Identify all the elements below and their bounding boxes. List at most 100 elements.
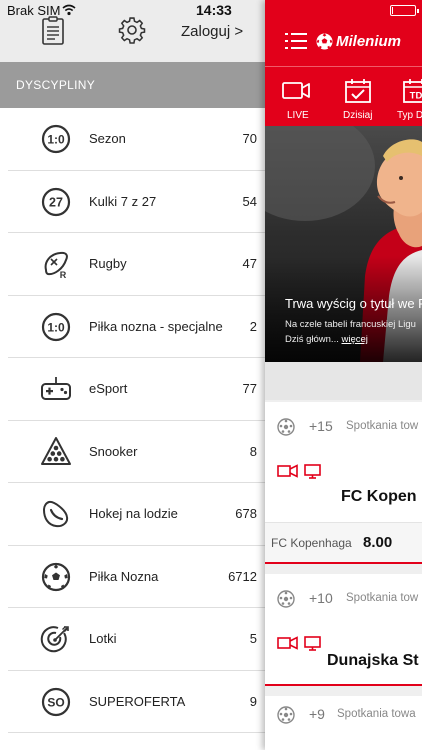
sport-count: 5: [249, 631, 257, 646]
soccer-ball-icon: [41, 562, 71, 591]
app-header: Milenium: [265, 0, 422, 66]
gear-icon[interactable]: [118, 16, 146, 44]
live-camera-icon: [277, 636, 298, 650]
battery-icon: [390, 5, 419, 16]
match-title: Dunajska St: [327, 652, 419, 669]
section-separator: [265, 362, 422, 400]
sport-count: 54: [242, 193, 257, 209]
sport-item-hokej[interactable]: Hokej na lodzie 678: [0, 483, 265, 546]
sport-item-kulki[interactable]: 27 Kulki 7 z 27 54: [0, 171, 265, 234]
svg-text:SO: SO: [47, 695, 64, 709]
calendar-check-icon: [345, 79, 371, 103]
soccer-ball-icon: [277, 590, 295, 608]
odds-row[interactable]: FC Kopenhaga 8.00: [265, 522, 422, 562]
sport-name: Snooker: [89, 443, 138, 459]
card-divider: [265, 562, 422, 564]
more-events-count: +10: [309, 590, 333, 606]
tv-icon: [304, 464, 321, 479]
brand-logo-icon: [316, 33, 333, 50]
sport-item-esport[interactable]: eSport 77: [0, 358, 265, 421]
sport-item-sezon[interactable]: 1:0 Sezon 70: [0, 108, 265, 171]
sport-count: 2: [249, 318, 257, 334]
news-desc-text: Dziś główn...: [285, 334, 339, 345]
news-title: Trwa wyścig o tytuł we Fr: [285, 296, 422, 311]
login-button[interactable]: Zaloguj >: [181, 23, 243, 40]
event-category: Spotkania tow: [346, 592, 419, 604]
snooker-balls-icon: [41, 436, 71, 465]
svg-text:1:0: 1:0: [47, 133, 65, 147]
svg-text:27: 27: [49, 195, 63, 209]
sport-name: eSport: [89, 381, 128, 396]
sports-list: 1:0 Sezon 70 27 Kulki 7 z 27 54 R Rugby …: [0, 108, 265, 733]
score-1-0-icon: 1:0: [41, 312, 71, 341]
card-divider: [265, 684, 422, 686]
document-icon[interactable]: [40, 16, 66, 46]
sport-name: SUPEROFERTA: [89, 693, 186, 709]
tab-dzisiaj-label: Dzisiaj: [343, 110, 373, 121]
section-title: DYSCYPLINY: [16, 78, 96, 92]
so-badge-icon: SO: [41, 687, 71, 716]
soccer-ball-icon: [277, 706, 295, 724]
event-card[interactable]: +9 Spotkania towa: [265, 696, 422, 750]
rugby-ball-icon: R: [44, 251, 68, 280]
soccer-ball-icon: [277, 418, 295, 436]
more-events-count: +15: [309, 418, 333, 434]
event-category: Spotkania towa: [337, 708, 416, 720]
match-title: FC Kopen: [341, 488, 417, 505]
disciplines-header: DYSCYPLINY: [0, 62, 265, 108]
sport-name: Sezon: [89, 131, 126, 146]
news-desc-line1: Na czele tabeli francuskiej Ligu: [285, 319, 416, 330]
sport-item-pilka-specjalne[interactable]: 1:0 Piłka nozna - specjalne 2: [0, 296, 265, 359]
number-27-icon: 27: [41, 187, 71, 216]
drawer-header: Brak SIM 14:33 Zaloguj >: [0, 0, 265, 62]
news-desc-line2: Dziś główn... więcej: [285, 334, 368, 345]
event-card[interactable]: +10 Spotkania tow Dunajska St: [265, 574, 422, 686]
event-card[interactable]: +15 Spotkania tow FC Kopen FC Kopenhaga …: [265, 402, 422, 564]
battery-level: [392, 7, 393, 14]
svg-text:R: R: [60, 270, 67, 280]
tab-live-label: LIVE: [287, 110, 309, 121]
sport-count: 47: [242, 256, 257, 271]
tab-typ-dnia-label: Typ D: [397, 110, 422, 121]
tab-dzisiaj[interactable]: Dzisiaj: [327, 67, 387, 127]
side-drawer: Brak SIM 14:33 Zaloguj > DYSCYPLINY 1:0 …: [0, 0, 265, 750]
svg-text:1:0: 1:0: [47, 320, 65, 334]
news-banner[interactable]: Trwa wyścig o tytuł we Fr Na czele tabel…: [265, 126, 422, 362]
score-1-0-icon: 1:0: [41, 124, 71, 154]
live-camera-icon: [277, 464, 298, 478]
status-time: 14:33: [196, 2, 232, 18]
sport-name: Piłka Nozna: [89, 568, 159, 584]
sport-count: 77: [242, 381, 257, 396]
live-camera-icon: [282, 82, 310, 99]
menu-icon[interactable]: [285, 32, 307, 50]
sport-item-superoferta[interactable]: SO SUPEROFERTA 9: [0, 671, 265, 734]
sport-name: Lotki: [89, 631, 117, 646]
main-nav: LIVE Dzisiaj TD Typ D: [265, 66, 422, 126]
sport-name: Piłka nozna - specjalne: [89, 318, 223, 334]
sport-count: 9: [249, 693, 257, 709]
wifi-icon: [62, 4, 76, 16]
tv-icon: [304, 636, 321, 651]
sport-count: 8: [249, 443, 257, 459]
calendar-typ-icon: TD: [403, 79, 422, 103]
tab-live[interactable]: LIVE: [265, 67, 325, 127]
odds-value[interactable]: 8.00: [363, 534, 392, 551]
hockey-puck-icon: [42, 500, 69, 528]
sport-name: Rugby: [89, 256, 127, 271]
tab-typ-dnia[interactable]: TD Typ D: [385, 67, 422, 127]
sport-item-snooker[interactable]: Snooker 8: [0, 421, 265, 484]
sport-item-pilka-nozna[interactable]: Piłka Nozna 6712: [0, 546, 265, 609]
sport-count: 6712: [228, 568, 257, 584]
event-category: Spotkania tow: [346, 420, 419, 432]
svg-text:TD: TD: [410, 91, 422, 102]
brand-name: Milenium: [336, 33, 402, 50]
more-events-count: +9: [309, 706, 325, 722]
dartboard-icon: [40, 626, 69, 653]
sport-item-rugby[interactable]: R Rugby 47: [0, 233, 265, 296]
sport-name: Hokej na lodzie: [89, 506, 178, 521]
sport-count: 678: [235, 506, 257, 521]
read-more-link[interactable]: więcej: [342, 334, 368, 345]
main-content: Milenium LIVE Dzisiaj TD Typ D Trwa wyśc…: [265, 0, 422, 750]
sport-item-lotki[interactable]: Lotki 5: [0, 608, 265, 671]
odds-team: FC Kopenhaga: [271, 536, 352, 550]
